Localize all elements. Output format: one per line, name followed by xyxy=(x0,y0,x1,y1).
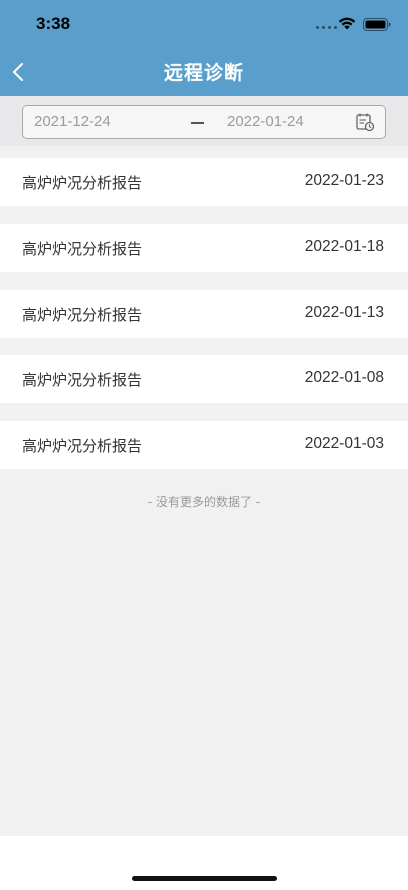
wifi-icon xyxy=(338,17,356,30)
list-item[interactable]: 高炉炉况分析报告 2022-01-18 xyxy=(0,224,408,272)
page-title: 远程诊断 xyxy=(163,62,244,84)
signal-dots-icon xyxy=(316,26,337,29)
report-date: 2022-01-23 xyxy=(304,172,384,189)
date-separator xyxy=(191,122,204,124)
date-range-bar: 2021-12-24 2022-01-24 xyxy=(0,96,408,146)
report-date: 2022-01-18 xyxy=(304,238,384,255)
report-date: 2022-01-08 xyxy=(304,369,384,386)
report-title: 高炉炉况分析报告 xyxy=(22,306,143,324)
date-range-picker[interactable]: 2021-12-24 2022-01-24 xyxy=(22,105,386,139)
screen: 3:38 远程诊断 2021-12-24 2022-01-24 高炉炉况分析报告… xyxy=(0,0,408,890)
report-title: 高炉炉况分析报告 xyxy=(22,240,143,258)
status-time: 3:38 xyxy=(36,14,71,33)
list-item[interactable]: 高炉炉况分析报告 2022-01-08 xyxy=(0,355,408,403)
list-item[interactable]: 高炉炉况分析报告 2022-01-03 xyxy=(0,421,408,469)
header: 3:38 远程诊断 xyxy=(0,0,408,96)
calendar-clock-icon[interactable] xyxy=(355,112,375,132)
report-date: 2022-01-13 xyxy=(304,304,384,321)
list-item[interactable]: 高炉炉况分析报告 2022-01-13 xyxy=(0,290,408,338)
no-more-data-text: - 没有更多的数据了 - xyxy=(147,495,261,509)
report-date: 2022-01-03 xyxy=(304,435,384,452)
bottom-safe-area xyxy=(0,836,408,890)
report-title: 高炉炉况分析报告 xyxy=(22,437,143,455)
home-indicator[interactable] xyxy=(132,876,277,881)
start-date-field[interactable]: 2021-12-24 xyxy=(34,113,111,130)
end-date-field[interactable]: 2022-01-24 xyxy=(227,113,304,130)
list-item[interactable]: 高炉炉况分析报告 2022-01-23 xyxy=(0,158,408,206)
report-title: 高炉炉况分析报告 xyxy=(22,174,143,192)
battery-icon xyxy=(363,18,391,31)
report-title: 高炉炉况分析报告 xyxy=(22,371,143,389)
